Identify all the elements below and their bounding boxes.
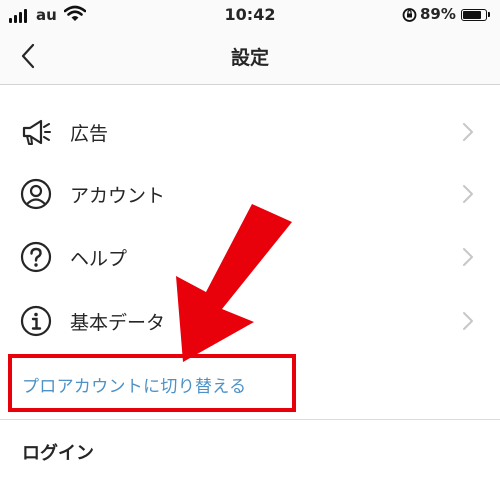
annotation-arrow-icon [176,204,292,362]
